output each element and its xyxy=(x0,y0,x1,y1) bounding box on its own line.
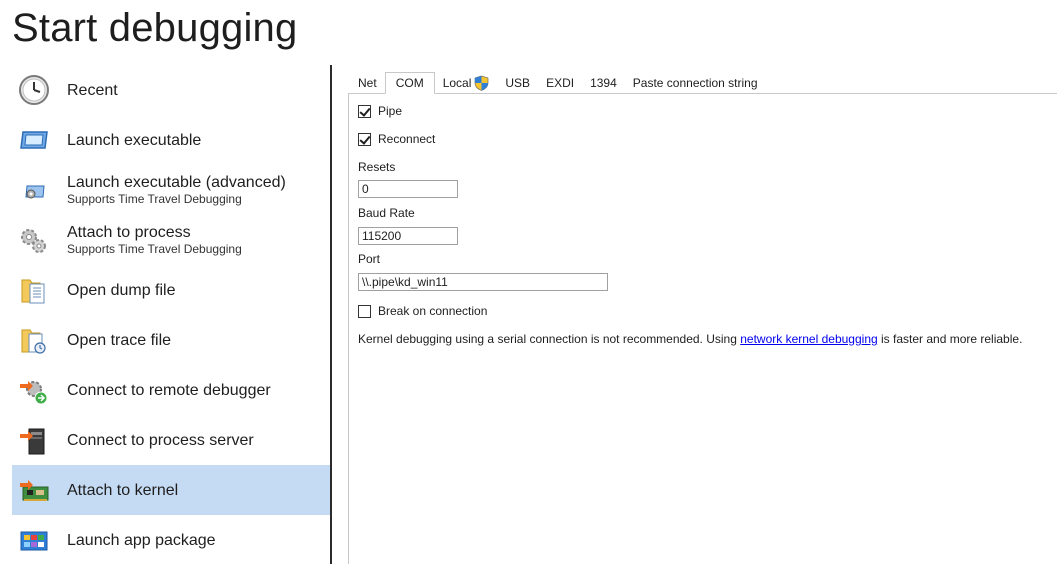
resets-label: Resets xyxy=(358,160,396,174)
port-input[interactable] xyxy=(358,273,608,291)
com-settings-panel: Pipe Reconnect Resets Baud Rate Port Bre… xyxy=(348,93,1057,564)
sidebar-item-open-trace-file[interactable]: Open trace file xyxy=(12,315,330,365)
clock-icon xyxy=(19,75,49,105)
uac-shield-icon xyxy=(475,75,489,91)
sidebar-item-label: Launch executable xyxy=(67,131,202,149)
kernel-board-icon xyxy=(20,480,49,501)
sidebar-item-connect-remote-debugger[interactable]: Connect to remote debugger xyxy=(12,365,330,415)
dump-file-icon xyxy=(21,279,45,304)
port-label: Port xyxy=(358,252,381,266)
tab-exdi[interactable]: EXDI xyxy=(538,72,582,94)
sidebar-item-open-dump-file[interactable]: Open dump file xyxy=(12,265,330,315)
pipe-label: Pipe xyxy=(378,104,403,118)
sidebar-item-sublabel: Supports Time Travel Debugging xyxy=(67,242,242,256)
resets-input[interactable] xyxy=(358,180,458,198)
sidebar-item-recent[interactable]: Recent xyxy=(12,65,330,115)
tab-paste-connection-string[interactable]: Paste connection string xyxy=(625,72,766,94)
network-kernel-debugging-link[interactable]: network kernel debugging xyxy=(740,332,877,346)
reconnect-label: Reconnect xyxy=(378,132,436,146)
break-on-connection-label: Break on connection xyxy=(378,304,488,318)
note-text-before: Kernel debugging using a serial connecti… xyxy=(358,332,741,346)
break-on-connection-row[interactable]: Break on connection xyxy=(358,304,487,318)
sidebar-item-label: Attach to kernel xyxy=(67,481,179,499)
baud-rate-label: Baud Rate xyxy=(358,206,415,220)
sidebar-item-attach-to-process[interactable]: Attach to process Supports Time Travel D… xyxy=(12,215,330,265)
tab-net[interactable]: Net xyxy=(350,72,385,94)
sidebar-item-launch-executable-advanced[interactable]: Launch executable (advanced) Supports Ti… xyxy=(12,165,330,215)
tab-com[interactable]: COM xyxy=(384,72,435,94)
pipe-checkbox[interactable] xyxy=(358,104,371,118)
page-title: Start debugging xyxy=(12,6,298,50)
sidebar-item-connect-process-server[interactable]: Connect to process server xyxy=(12,415,330,465)
sidebar: Recent Launch executable Launch executab… xyxy=(12,65,330,564)
break-on-connection-checkbox[interactable] xyxy=(358,304,371,318)
sidebar-item-label: Recent xyxy=(67,81,118,99)
remote-debugger-icon xyxy=(20,381,48,405)
trace-file-icon xyxy=(21,329,46,354)
sidebar-item-label: Launch executable (advanced) xyxy=(67,174,286,191)
window-gear-icon xyxy=(25,185,45,199)
baud-rate-input[interactable] xyxy=(358,227,458,245)
sidebar-item-attach-to-kernel[interactable]: Attach to kernel xyxy=(12,465,330,515)
tab-1394[interactable]: 1394 xyxy=(582,72,625,94)
app-package-icon xyxy=(20,531,48,551)
window-icon xyxy=(20,131,48,149)
sidebar-item-label: Connect to process server xyxy=(67,431,254,449)
sidebar-item-launch-executable[interactable]: Launch executable xyxy=(12,115,330,165)
sidebar-splitter[interactable] xyxy=(330,65,332,564)
sidebar-item-launch-app-package[interactable]: Launch app package xyxy=(12,515,330,564)
note-text-after: is faster and more reliable. xyxy=(877,332,1023,346)
sidebar-item-label: Launch app package xyxy=(67,531,216,549)
process-server-icon xyxy=(20,428,45,455)
serial-warning-note: Kernel debugging using a serial connecti… xyxy=(358,332,1022,346)
sidebar-item-label: Open trace file xyxy=(67,331,172,349)
tab-local[interactable]: Local xyxy=(435,72,498,94)
reconnect-checkbox[interactable] xyxy=(358,132,371,146)
pipe-checkbox-row[interactable]: Pipe xyxy=(358,104,402,118)
sidebar-item-sublabel: Supports Time Travel Debugging xyxy=(67,192,242,206)
connection-tabs: Net COM Local USB EXDI 1394 Paste connec… xyxy=(350,72,766,94)
sidebar-item-label: Open dump file xyxy=(67,281,176,299)
tab-local-label: Local xyxy=(442,76,472,90)
sidebar-item-label: Attach to process xyxy=(67,224,191,241)
tab-usb[interactable]: USB xyxy=(497,72,538,94)
reconnect-checkbox-row[interactable]: Reconnect xyxy=(358,132,435,146)
gears-icon xyxy=(21,229,46,253)
sidebar-item-label: Connect to remote debugger xyxy=(67,381,271,399)
